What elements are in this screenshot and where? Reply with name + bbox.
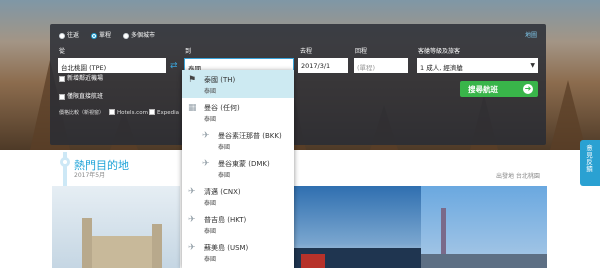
return-label: 回程 [355, 48, 368, 55]
trip-type-multicity-radio[interactable] [123, 33, 129, 39]
depart-date-input[interactable]: 2017/3/1 [298, 58, 348, 73]
return-date-input[interactable]: (單程) [354, 58, 408, 73]
dropdown-option-name: 曼谷東蒙 (DMK) [218, 160, 270, 168]
skyline-shape [421, 254, 547, 268]
swap-icon[interactable]: ⇄ [170, 62, 178, 71]
trip-type-oneway-radio[interactable] [91, 33, 97, 39]
dropdown-option-name: 曼谷 (任何) [204, 104, 240, 112]
destinations-month: 2017年5月 [74, 172, 106, 179]
city-icon: ▦ [188, 103, 197, 113]
dropdown-option-country: 泰國 [204, 228, 217, 235]
to-label: 到 [185, 48, 192, 55]
building-shape [92, 236, 152, 268]
dropdown-option-bkk[interactable]: ✈ 曼谷素汪那普 (BKK) 泰國 [182, 126, 294, 154]
cabin-select[interactable]: 1 成人, 經濟艙 ▼ [417, 58, 538, 73]
chevron-down-icon: ▼ [530, 62, 535, 69]
dropdown-option-country: 泰國 [204, 200, 217, 207]
compare-expedia-label[interactable]: Expedia [157, 109, 179, 117]
nearby-airports-checkbox[interactable] [59, 76, 65, 82]
compare-label: 價格比較（新視窗） [59, 110, 105, 116]
compare-hotels-label[interactable]: Hotels.com [117, 109, 148, 117]
destinations-origin[interactable]: 出發地 台北桃園 [496, 171, 540, 180]
dropdown-option-bangkok-any[interactable]: ▦ 曼谷 (任何) 泰國 [182, 98, 294, 126]
building-shape [82, 218, 92, 268]
arrow-right-icon: ➜ [523, 84, 533, 94]
dropdown-option-country: 泰國 [204, 88, 217, 95]
boat-shape [301, 254, 325, 268]
dropdown-option-name: 蘇美島 (USM) [204, 244, 249, 252]
dropdown-option-country: 泰國 [218, 144, 231, 151]
timeline-dot [60, 157, 70, 167]
trip-type-oneway-label[interactable]: 單程 [99, 32, 111, 40]
building-shape [152, 224, 162, 268]
dropdown-option-dmk[interactable]: ✈ 曼谷東蒙 (DMK) 泰國 [182, 154, 294, 182]
dropdown-option-hkt[interactable]: ✈ 普吉島 (HKT) 泰國 [182, 210, 294, 238]
direct-only-label[interactable]: 僅限直接航班 [67, 93, 103, 101]
compare-expedia-checkbox[interactable] [149, 109, 155, 115]
cabin-select-value: 1 成人, 經濟艙 [420, 64, 463, 72]
plane-icon: ✈ [202, 159, 210, 169]
dropdown-option-name: 普吉島 (HKT) [204, 216, 247, 224]
dropdown-option-usm[interactable]: ✈ 蘇美島 (USM) 泰國 [182, 238, 294, 266]
plane-icon: ✈ [188, 187, 196, 197]
direct-only-checkbox[interactable] [59, 94, 65, 100]
destination-autocomplete-dropdown: ⚑ 泰國 (TH) 泰國 ▦ 曼谷 (任何) 泰國 ✈ 曼谷素汪那普 (BKK)… [182, 70, 294, 268]
plane-icon: ✈ [188, 215, 196, 225]
dropdown-option-cnx[interactable]: ✈ 清邁 (CNX) 泰國 [182, 182, 294, 210]
dropdown-option-thailand[interactable]: ⚑ 泰國 (TH) 泰國 [182, 70, 294, 98]
plane-icon: ✈ [202, 131, 210, 141]
destination-photo-harbor[interactable] [291, 186, 421, 268]
trip-type-roundtrip-label[interactable]: 往返 [67, 32, 79, 40]
search-flights-button[interactable]: 搜尋航班 ➜ [460, 81, 538, 97]
dropdown-option-name: 清邁 (CNX) [204, 188, 241, 196]
dropdown-option-country: 泰國 [204, 116, 217, 123]
plane-icon: ✈ [188, 243, 196, 253]
destination-photo-shanghai[interactable] [421, 186, 547, 268]
trip-type-roundtrip-radio[interactable] [59, 33, 65, 39]
flag-icon: ⚑ [188, 75, 197, 85]
feedback-label: 意見反饋 [586, 144, 593, 173]
from-label: 從 [59, 48, 66, 55]
compare-hotels-checkbox[interactable] [109, 109, 115, 115]
trip-type-multicity-label[interactable]: 多個城市 [131, 32, 155, 40]
map-link[interactable]: 地圖 [525, 32, 537, 40]
destination-photo-london[interactable] [52, 186, 180, 268]
search-flights-label: 搜尋航班 [468, 85, 498, 94]
page: 往返 單程 多個城市 地圖 從 到 去程 回程 客艙等級及旅客 台北桃園 (TP… [0, 0, 600, 268]
cabin-label: 客艙等級及旅客 [418, 48, 461, 55]
nearby-airports-label[interactable]: 新增鄰近機場 [67, 75, 103, 83]
dropdown-option-name: 泰國 (TH) [204, 76, 236, 84]
dropdown-option-country: 泰國 [218, 172, 231, 179]
depart-label: 去程 [300, 48, 313, 55]
from-input[interactable]: 台北桃園 (TPE) [58, 58, 166, 73]
dropdown-option-country: 泰國 [204, 256, 217, 263]
feedback-side-tab[interactable]: 意見反饋 [580, 140, 600, 186]
dropdown-option-name: 曼谷素汪那普 (BKK) [218, 132, 282, 140]
